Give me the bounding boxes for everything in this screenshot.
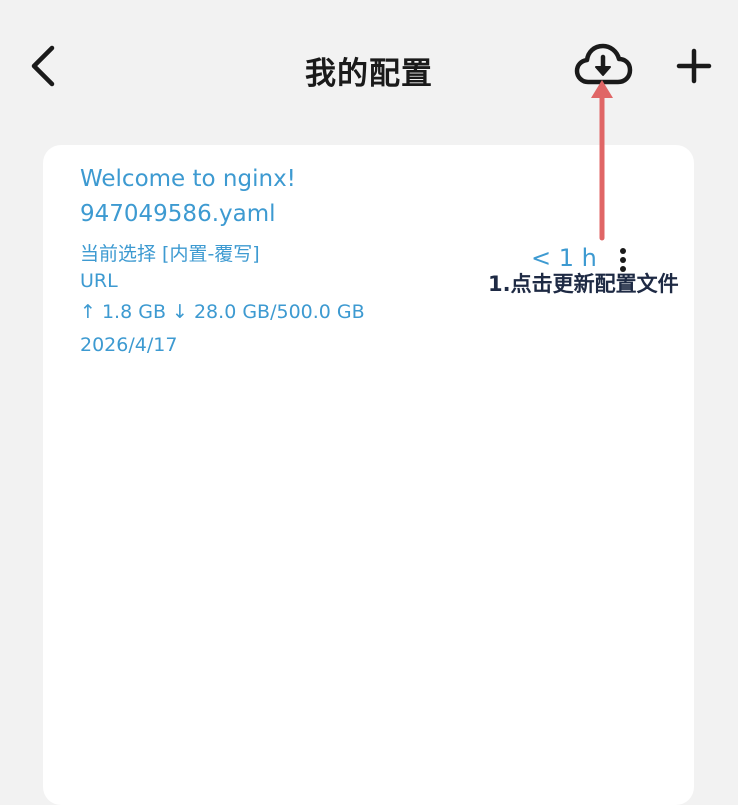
- annotation-text: 1.点击更新配置文件: [488, 272, 679, 296]
- profile-traffic: ↑ 1.8 GB ↓ 28.0 GB/500.0 GB: [80, 301, 365, 323]
- profile-expiry-date: 2026/4/17: [80, 334, 178, 356]
- add-profile-button[interactable]: [672, 44, 716, 88]
- app-bar: 我的配置: [0, 0, 738, 130]
- profile-file-name: 947049586.yaml: [80, 201, 276, 227]
- profile-type: URL: [80, 270, 118, 292]
- annotation-arrow: [591, 80, 613, 241]
- profile-selection: 当前选择 [内置-覆写]: [80, 243, 260, 265]
- plus-icon: [676, 48, 712, 84]
- profile-name: Welcome to nginx!: [80, 166, 296, 192]
